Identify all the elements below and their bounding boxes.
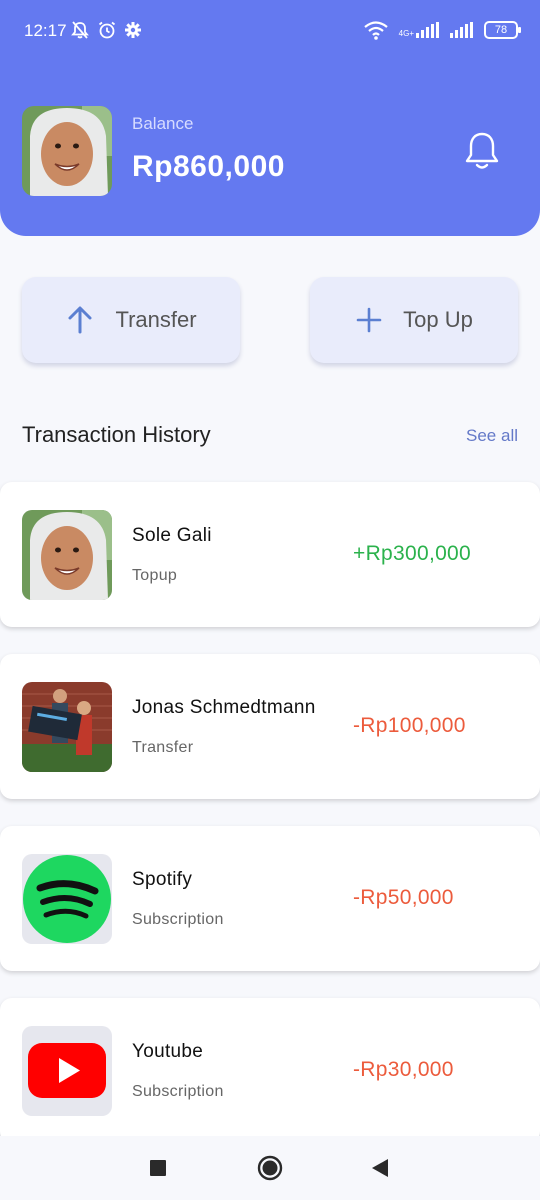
notification-bell-icon[interactable] bbox=[462, 130, 502, 172]
back-button-icon[interactable] bbox=[371, 1158, 389, 1178]
transaction-name: Spotify bbox=[132, 869, 193, 890]
transaction-type: Topup bbox=[132, 567, 178, 584]
transaction-amount: -Rp50,000 bbox=[353, 886, 454, 909]
arrow-up-icon bbox=[68, 306, 92, 334]
top-up-label: Top Up bbox=[403, 307, 473, 332]
youtube-logo-container bbox=[22, 1026, 112, 1116]
transaction-item-sole-gali[interactable]: Sole Gali Topup +Rp300,000 bbox=[0, 482, 540, 627]
balance-amount: Rp860,000 bbox=[132, 150, 285, 183]
transaction-item-spotify[interactable]: Spotify Subscription -Rp50,000 bbox=[0, 826, 540, 971]
alarm-icon bbox=[98, 21, 116, 39]
wifi-icon bbox=[363, 21, 388, 40]
transaction-amount: -Rp30,000 bbox=[353, 1058, 454, 1081]
transfer-label: Transfer bbox=[115, 307, 197, 332]
status-bar: 12:17 4G+ 78 bbox=[0, 0, 540, 64]
status-time: 12:17 bbox=[24, 21, 67, 40]
transaction-amount: -Rp100,000 bbox=[353, 714, 466, 737]
balance-label: Balance bbox=[132, 114, 194, 133]
avatar bbox=[22, 682, 112, 772]
youtube-logo-icon bbox=[28, 1043, 106, 1098]
transaction-history-title: Transaction History bbox=[22, 422, 211, 447]
plus-icon bbox=[356, 307, 382, 333]
user-photo bbox=[22, 106, 112, 196]
transaction-name: Jonas Schmedtmann bbox=[132, 697, 316, 718]
signal-strength-icon bbox=[416, 22, 439, 38]
transaction-type: Subscription bbox=[132, 1083, 224, 1100]
transaction-type: Transfer bbox=[132, 739, 194, 756]
spotify-logo-icon bbox=[23, 855, 111, 943]
battery-icon: 78 bbox=[484, 21, 521, 39]
see-all-link[interactable]: See all bbox=[466, 426, 518, 446]
transaction-amount: +Rp300,000 bbox=[353, 542, 472, 565]
user-avatar[interactable] bbox=[22, 106, 112, 196]
transaction-item-youtube[interactable]: Youtube Subscription -Rp30,000 bbox=[0, 998, 540, 1143]
recent-apps-icon[interactable] bbox=[149, 1159, 167, 1177]
user-photo bbox=[22, 682, 112, 772]
system-navigation-bar bbox=[0, 1136, 540, 1200]
transfer-button[interactable]: Transfer bbox=[22, 277, 240, 363]
settings-gear-icon bbox=[125, 22, 141, 38]
user-photo bbox=[22, 510, 112, 600]
balance-header: 12:17 4G+ 78 Balance Rp860,000 bbox=[0, 0, 540, 236]
signal-strength-sim2-icon bbox=[450, 22, 473, 38]
network-type-label: 4G+ bbox=[398, 29, 414, 38]
transaction-type: Subscription bbox=[132, 911, 224, 928]
notifications-off-icon bbox=[71, 21, 89, 39]
top-up-button[interactable]: Top Up bbox=[310, 277, 518, 363]
transaction-name: Youtube bbox=[132, 1041, 204, 1062]
home-button-icon[interactable] bbox=[257, 1155, 283, 1181]
avatar bbox=[22, 510, 112, 600]
spotify-logo-container bbox=[22, 854, 112, 944]
transaction-item-jonas-schmedtmann[interactable]: Jonas Schmedtmann Transfer -Rp100,000 bbox=[0, 654, 540, 799]
transaction-name: Sole Gali bbox=[132, 525, 212, 546]
